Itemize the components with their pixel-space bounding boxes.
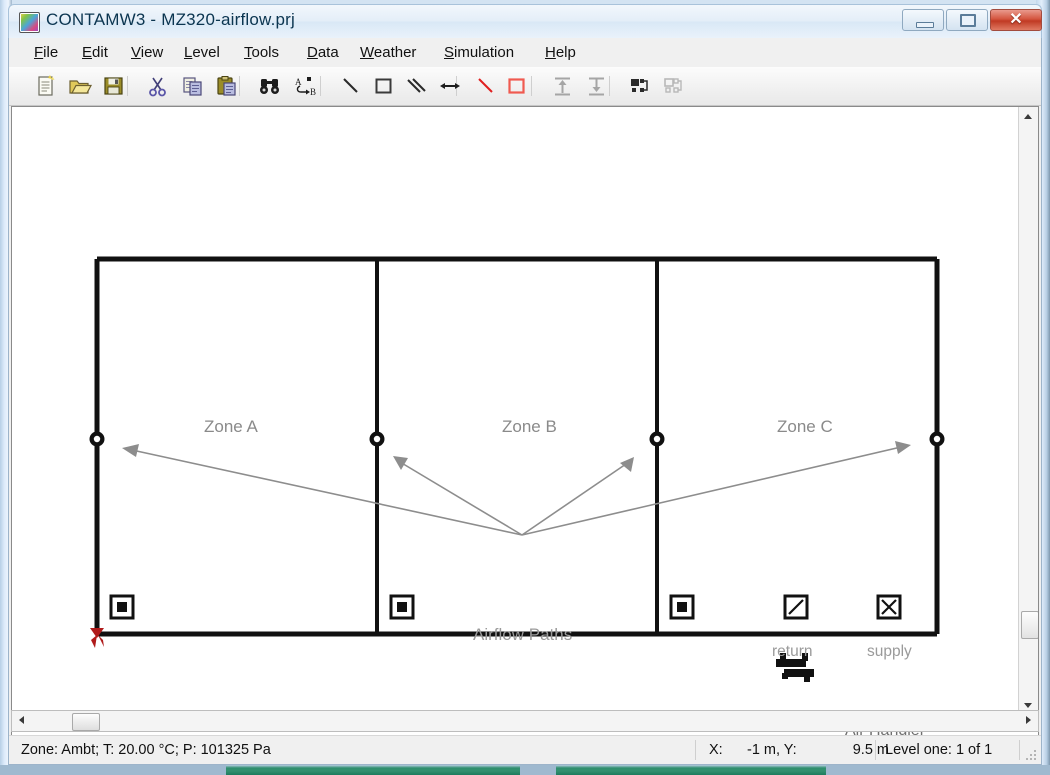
airflow-path-arrows — [131, 446, 902, 536]
path-node — [929, 431, 945, 447]
title-bar: CONTAMW3 - MZ320-airflow.prj ✕ — [8, 4, 1042, 38]
window-frame-bottom — [0, 765, 1050, 775]
maximize-icon — [960, 14, 976, 27]
status-y-value: 9.5 m — [852, 742, 889, 758]
supply-label: supply — [867, 643, 912, 660]
draw-zone-box-icon[interactable] — [371, 74, 397, 98]
scroll-left-button[interactable] — [12, 711, 32, 731]
draw-arrow-icon[interactable] — [437, 74, 463, 98]
supply-terminal-icon — [876, 594, 902, 620]
airflow-arrowheads — [122, 441, 911, 472]
copy-icon[interactable] — [180, 74, 206, 98]
level-down-icon[interactable] — [584, 74, 610, 98]
source-icon — [109, 594, 135, 620]
open-folder-icon[interactable] — [67, 74, 93, 98]
status-zone-info: Zone: Ambt; T: 20.00 °C; P: 101325 Pa — [21, 742, 271, 758]
building-drawing[interactable]: Zone A Zone B Zone C Airflow Paths retur… — [12, 107, 1020, 735]
app-icon — [19, 12, 40, 33]
svg-text:B: B — [310, 87, 316, 97]
scroll-up-arrow-icon — [1024, 114, 1032, 119]
new-icon[interactable] — [33, 74, 59, 98]
vertical-scroll-thumb[interactable] — [1021, 611, 1038, 639]
toolbar-separator — [320, 76, 321, 96]
cut-scissors-icon[interactable] — [145, 74, 171, 98]
vertical-scrollbar[interactable] — [1018, 107, 1038, 715]
copy-level-icon[interactable] — [627, 74, 653, 98]
close-button[interactable]: ✕ — [990, 9, 1042, 31]
menu-data[interactable]: Data — [300, 43, 346, 63]
draw-double-wall-icon[interactable] — [404, 74, 430, 98]
zone-label-a: Zone A — [204, 417, 258, 436]
find-next-icon[interactable]: A B — [293, 74, 319, 98]
status-bar: Zone: Ambt; T: 20.00 °C; P: 101325 Pa X:… — [9, 735, 1041, 764]
toolbar: A B — [9, 67, 1041, 106]
zone-label-c: Zone C — [777, 417, 833, 436]
return-terminal-icon — [783, 594, 809, 620]
menu-view[interactable]: View — [124, 43, 170, 63]
horizontal-scrollbar[interactable] — [11, 710, 1039, 732]
status-level-info: Level one: 1 of 1 — [885, 742, 993, 758]
menu-file[interactable]: File — [27, 43, 65, 63]
source-icon — [669, 594, 695, 620]
status-divider — [1019, 740, 1020, 760]
resize-grip[interactable] — [1024, 748, 1038, 762]
draw-wall-line-icon[interactable] — [338, 74, 364, 98]
scroll-right-arrow-icon — [1026, 716, 1031, 724]
path-node — [649, 431, 665, 447]
draw-red-box-icon[interactable] — [504, 74, 530, 98]
toolbar-separator — [127, 76, 128, 96]
save-disk-icon[interactable] — [101, 74, 127, 98]
path-node — [369, 431, 385, 447]
menu-level[interactable]: Level — [177, 43, 227, 63]
window-title: CONTAMW3 - MZ320-airflow.prj — [46, 10, 295, 29]
application-window: CONTAMW3 - MZ320-airflow.prj ✕ File Edit… — [0, 0, 1050, 775]
status-x-label: X: — [709, 742, 723, 758]
toolbar-separator — [531, 76, 532, 96]
source-icon — [389, 594, 415, 620]
find-binoculars-icon[interactable] — [257, 74, 283, 98]
path-node — [89, 431, 105, 447]
paste-clipboard-icon[interactable] — [214, 74, 240, 98]
scroll-left-arrow-icon — [19, 716, 24, 724]
client-area: File Edit View Level Tools Data Weather … — [8, 38, 1042, 765]
status-divider — [695, 740, 696, 760]
paste-level-icon[interactable] — [661, 74, 687, 98]
menu-tools[interactable]: Tools — [237, 43, 286, 63]
menu-bar: File Edit View Level Tools Data Weather … — [9, 38, 1041, 68]
menu-help[interactable]: Help — [538, 43, 583, 63]
minimize-icon — [916, 22, 934, 28]
scroll-down-arrow-icon — [1024, 703, 1032, 708]
horizontal-scroll-thumb[interactable] — [72, 713, 100, 731]
status-divider — [875, 740, 876, 760]
zone-source-icons — [109, 594, 695, 620]
zone-label-b: Zone B — [502, 417, 557, 436]
cursor-marker — [90, 628, 104, 648]
draw-red-line-icon[interactable] — [473, 74, 499, 98]
airflow-paths-label: Airflow Paths — [473, 625, 573, 644]
close-icon: ✕ — [1009, 11, 1023, 28]
sketchpad-canvas[interactable]: Zone A Zone B Zone C Airflow Paths retur… — [11, 106, 1039, 736]
menu-edit[interactable]: Edit — [75, 43, 115, 63]
scroll-up-button[interactable] — [1019, 107, 1038, 126]
return-label: return — [772, 643, 813, 660]
minimize-button[interactable] — [902, 9, 944, 31]
status-x-value: -1 m, Y: — [747, 742, 797, 758]
scroll-right-button[interactable] — [1018, 711, 1038, 731]
menu-simulation[interactable]: Simulation — [437, 43, 521, 63]
level-up-icon[interactable] — [550, 74, 576, 98]
building-walls — [94, 256, 940, 637]
svg-text:A: A — [295, 77, 302, 87]
menu-weather[interactable]: Weather — [353, 43, 423, 63]
maximize-button[interactable] — [946, 9, 988, 31]
